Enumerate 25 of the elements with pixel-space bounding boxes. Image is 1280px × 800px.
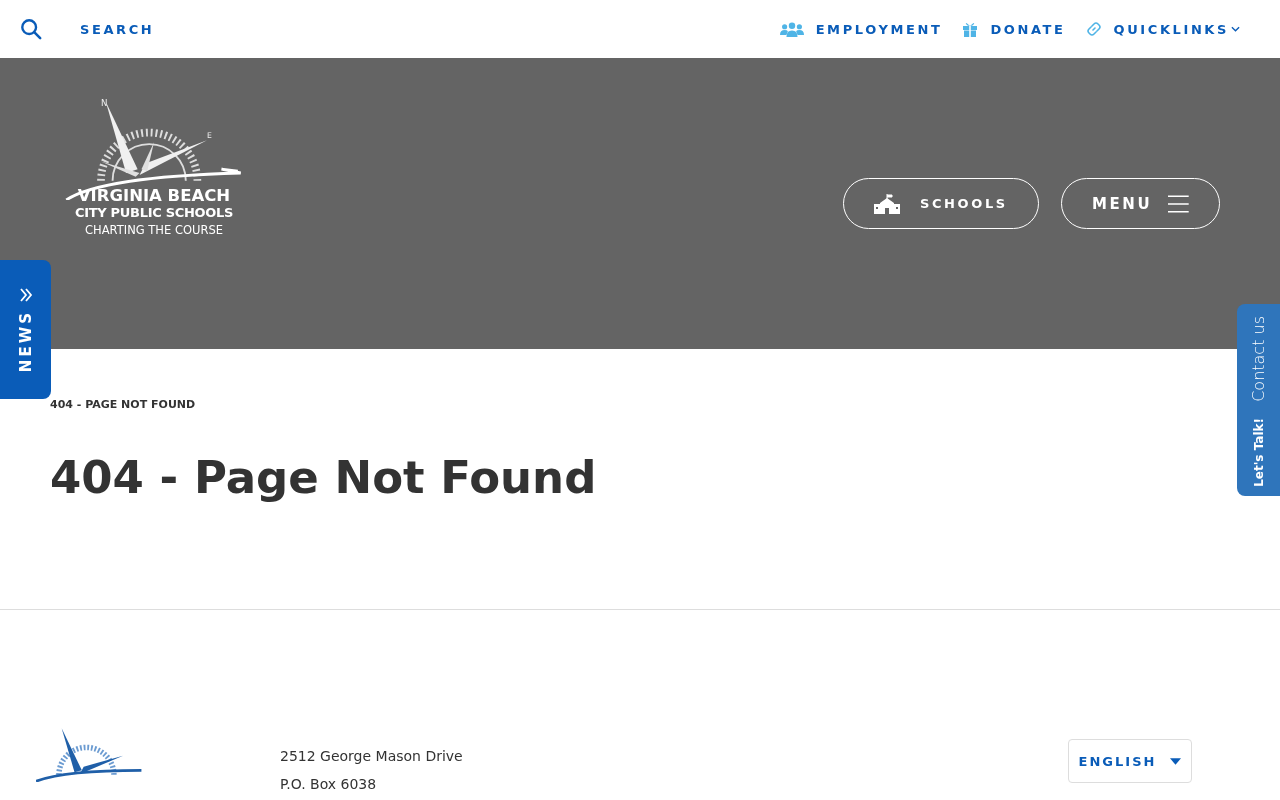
chevron-down-icon bbox=[1231, 26, 1240, 32]
top-link[interactable]: EMPLOYMENT bbox=[815, 21, 943, 37]
address-line: P.O. Box 6038 bbox=[280, 775, 378, 794]
news-tab[interactable]: NEWS bbox=[0, 260, 51, 399]
quicklinks-dropdown[interactable]: QUICKLINKS bbox=[1113, 21, 1240, 37]
search-link[interactable]: SEARCH bbox=[80, 21, 155, 37]
page-title: 404 - Page Not Found bbox=[50, 451, 598, 505]
address-line: 2512 George Mason Drive bbox=[280, 747, 463, 766]
top-link[interactable]: DONATE bbox=[990, 21, 1066, 37]
menu-icon bbox=[1168, 193, 1189, 214]
contact-label: Contact us bbox=[1249, 316, 1268, 402]
double-chevron-icon bbox=[18, 288, 33, 302]
logo-title: VIRGINIA BEACH bbox=[77, 186, 231, 205]
logo-tagline: CHARTING THE COURSE bbox=[85, 222, 223, 239]
caret-down-icon bbox=[1170, 757, 1182, 765]
contact-tab[interactable]: Contact us Let's Talk! bbox=[1237, 304, 1280, 496]
school-building-icon bbox=[874, 193, 900, 214]
lets-talk-label: Let's Talk! bbox=[1251, 417, 1266, 487]
logo-subtitle: CITY PUBLIC SCHOOLS bbox=[74, 205, 234, 221]
language-select[interactable]: ENGLISH bbox=[1068, 739, 1192, 783]
gift-icon bbox=[962, 21, 979, 37]
link-icon bbox=[1085, 21, 1102, 37]
breadcrumb: 404 - PAGE NOT FOUND bbox=[50, 398, 197, 411]
people-icon bbox=[779, 21, 804, 37]
search-icon[interactable] bbox=[20, 18, 42, 40]
